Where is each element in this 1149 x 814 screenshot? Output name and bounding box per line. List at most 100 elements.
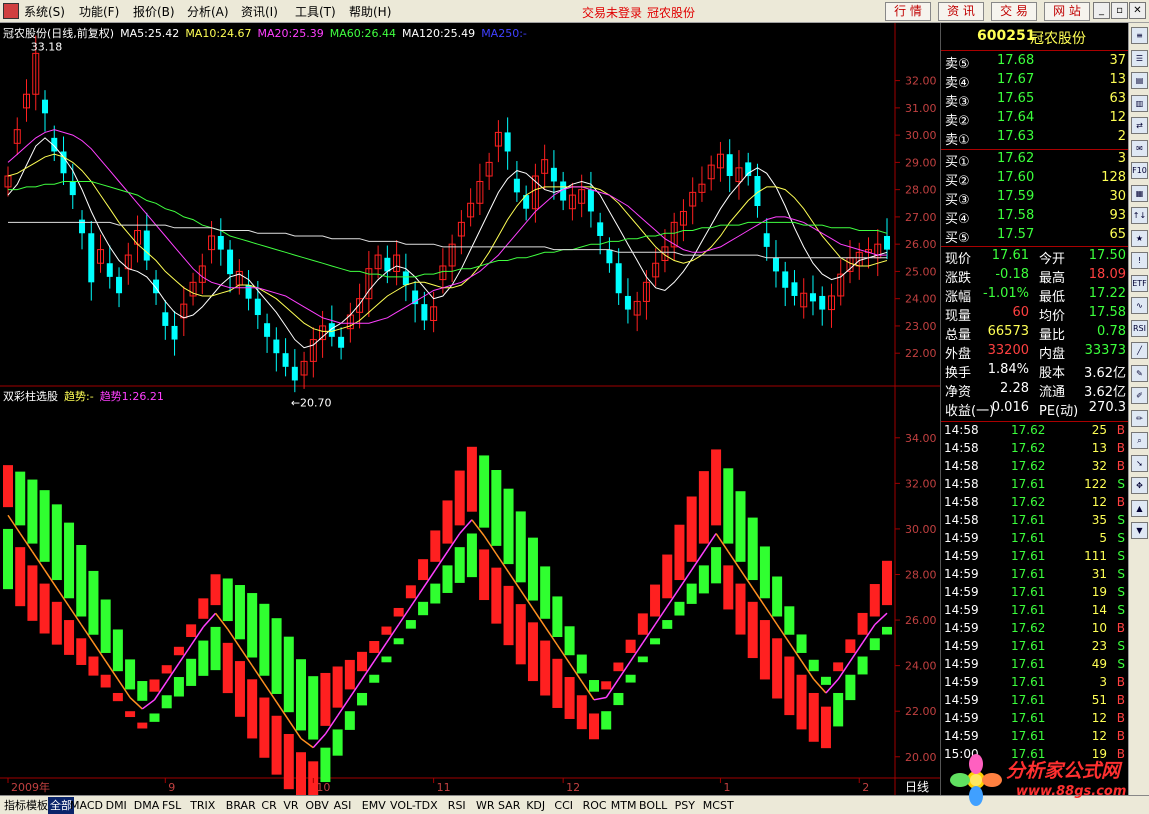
tab-模板[interactable]: 模板 xyxy=(26,797,48,814)
kline-icon[interactable]: ▥ xyxy=(1131,94,1148,112)
ask-row[interactable]: 卖⑤ 17.68 37 xyxy=(941,53,1129,72)
tick-row[interactable]: 14:59 17.62 10 B xyxy=(941,621,1129,639)
tab-mcst[interactable]: MCST xyxy=(703,797,734,814)
tab-fsl[interactable]: FSL xyxy=(162,797,181,814)
tab-mtm[interactable]: MTM xyxy=(611,797,637,814)
list-icon[interactable]: ☰ xyxy=(1131,49,1148,67)
down-icon[interactable]: ▼ xyxy=(1131,522,1148,539)
ask-row[interactable]: 卖① 17.63 2 xyxy=(941,129,1129,148)
menu-icon[interactable]: ≡ xyxy=(1131,27,1148,44)
tick-row[interactable]: 14:59 17.61 51 B xyxy=(941,693,1129,711)
pen-icon[interactable]: ✏ xyxy=(1131,409,1148,427)
quote-button[interactable]: 行 情 xyxy=(885,2,931,21)
indicator-bar-upper xyxy=(283,636,294,713)
tick-row[interactable]: 14:59 17.61 111 S xyxy=(941,549,1129,567)
menu-analysis[interactable]: 分析(A) xyxy=(187,3,229,20)
rank-icon[interactable]: ↑↓ xyxy=(1131,207,1148,224)
tab-dmi[interactable]: DMI xyxy=(106,797,127,814)
ask-row[interactable]: 卖③ 17.65 63 xyxy=(941,91,1129,110)
tab-kdj[interactable]: KDJ xyxy=(526,797,545,814)
draw-icon[interactable]: ✐ xyxy=(1131,387,1148,404)
tool-icon[interactable]: ✎ xyxy=(1131,364,1148,382)
tab-asi[interactable]: ASI xyxy=(334,797,352,814)
period-label[interactable]: 日线 xyxy=(905,780,929,794)
tab-sar[interactable]: SAR xyxy=(498,797,520,814)
menu-help[interactable]: 帮助(H) xyxy=(349,3,391,20)
tick-row[interactable]: 14:58 17.62 12 B xyxy=(941,495,1129,513)
tab-cr[interactable]: CR xyxy=(261,797,276,814)
rsi-icon[interactable]: RSI xyxy=(1131,319,1148,337)
tab-cci[interactable]: CCI xyxy=(554,797,573,814)
menu-info[interactable]: 资讯(I) xyxy=(241,3,278,20)
close-icon[interactable]: ✕ xyxy=(1129,2,1146,19)
bid-row[interactable]: 买② 17.60 128 xyxy=(941,170,1129,189)
tick-row[interactable]: 14:59 17.61 14 S xyxy=(941,603,1129,621)
tick-row[interactable]: 14:59 17.61 12 B xyxy=(941,711,1129,729)
tick-row[interactable]: 14:58 17.61 122 S xyxy=(941,477,1129,495)
report-icon[interactable]: ▦ xyxy=(1131,184,1148,202)
arrow-icon[interactable]: ➘ xyxy=(1131,454,1148,472)
wave-icon[interactable]: ∿ xyxy=(1131,297,1148,314)
tick-row[interactable]: 14:59 17.61 23 S xyxy=(941,639,1129,657)
tick-row[interactable]: 14:58 17.62 32 B xyxy=(941,459,1129,477)
tab-指标[interactable]: 指标 xyxy=(4,797,26,814)
news-icon[interactable]: ✉ xyxy=(1131,139,1148,157)
tab-rsi[interactable]: RSI xyxy=(448,797,466,814)
hot-icon[interactable]: ★ xyxy=(1131,229,1148,247)
ask-row[interactable]: 卖② 17.64 12 xyxy=(941,110,1129,129)
bid-row[interactable]: 买③ 17.59 30 xyxy=(941,189,1129,208)
line-icon[interactable]: ╱ xyxy=(1131,342,1148,359)
tick-row[interactable]: 14:58 17.62 13 B xyxy=(941,441,1129,459)
tab-boll[interactable]: BOLL xyxy=(639,797,667,814)
tab-emv[interactable]: EMV xyxy=(362,797,386,814)
tab-obv[interactable]: OBV xyxy=(305,797,328,814)
app-logo-icon[interactable] xyxy=(3,3,19,19)
ask-row[interactable]: 卖④ 17.67 13 xyxy=(941,72,1129,91)
bid-row[interactable]: 买④ 17.58 93 xyxy=(941,208,1129,227)
tab-wr[interactable]: WR xyxy=(476,797,495,814)
chart-icon[interactable]: ▤ xyxy=(1131,72,1148,89)
news-button[interactable]: 资 讯 xyxy=(938,2,984,21)
etf-icon[interactable]: ETF xyxy=(1131,274,1148,292)
f10-icon[interactable]: F10 xyxy=(1131,162,1148,179)
warn-icon[interactable]: ! xyxy=(1131,252,1148,269)
tab-vol-tdx[interactable]: VOL-TDX xyxy=(390,797,438,814)
compare-icon[interactable]: ⇄ xyxy=(1131,117,1148,134)
tick-row[interactable]: 14:58 17.61 35 S xyxy=(941,513,1129,531)
restore-icon[interactable]: ▫ xyxy=(1111,2,1128,19)
minimize-icon[interactable]: _ xyxy=(1093,2,1110,19)
tab-macd[interactable]: MACD xyxy=(70,797,103,814)
menu-quote[interactable]: 报价(B) xyxy=(133,3,175,20)
candle-down xyxy=(809,293,816,302)
tick-row[interactable]: 14:59 17.61 5 S xyxy=(941,531,1129,549)
tick-row[interactable]: 14:59 17.61 31 S xyxy=(941,567,1129,585)
bid-row[interactable]: 买① 17.62 3 xyxy=(941,151,1129,170)
tab-brar[interactable]: BRAR xyxy=(226,797,256,814)
tick-row[interactable]: 14:59 17.61 3 B xyxy=(941,675,1129,693)
legend-item: 趋势:- xyxy=(64,390,94,403)
tab-trix[interactable]: TRIX xyxy=(190,797,215,814)
tick-row[interactable]: 14:59 17.61 49 S xyxy=(941,657,1129,675)
chart-area[interactable]: 32.00 31.00 30.00 29.00 28.00 27.00 26.00 25.00… xyxy=(0,23,940,795)
tick-row[interactable]: 14:59 17.61 19 S xyxy=(941,585,1129,603)
y-tick-label: 27.00 xyxy=(905,211,937,224)
menu-function[interactable]: 功能(F) xyxy=(79,3,119,20)
tab-roc[interactable]: ROC xyxy=(583,797,607,814)
zoom-icon[interactable]: ⌕ xyxy=(1131,432,1148,449)
tab-vr[interactable]: VR xyxy=(283,797,298,814)
tick-side: S xyxy=(1117,657,1125,671)
tab-psy[interactable]: PSY xyxy=(675,797,695,814)
stat-label: 现价 xyxy=(945,252,972,267)
trade-button[interactable]: 交 易 xyxy=(991,2,1037,21)
move-icon[interactable]: ✥ xyxy=(1131,477,1148,494)
website-button[interactable]: 网 站 xyxy=(1044,2,1090,21)
tick-row[interactable]: 14:58 17.62 25 B xyxy=(941,423,1129,441)
bid-row[interactable]: 买⑤ 17.57 65 xyxy=(941,227,1129,246)
chart-canvas[interactable]: 32.00 31.00 30.00 29.00 28.00 27.00 26.00 25.00… xyxy=(0,23,940,795)
up-icon[interactable]: ▲ xyxy=(1131,499,1148,517)
menu-tools[interactable]: 工具(T) xyxy=(295,3,336,20)
tick-row[interactable]: 14:59 17.61 12 B xyxy=(941,729,1129,747)
candle-down xyxy=(421,304,428,321)
tab-dma[interactable]: DMA xyxy=(134,797,160,814)
menu-system[interactable]: 系统(S) xyxy=(24,3,65,20)
